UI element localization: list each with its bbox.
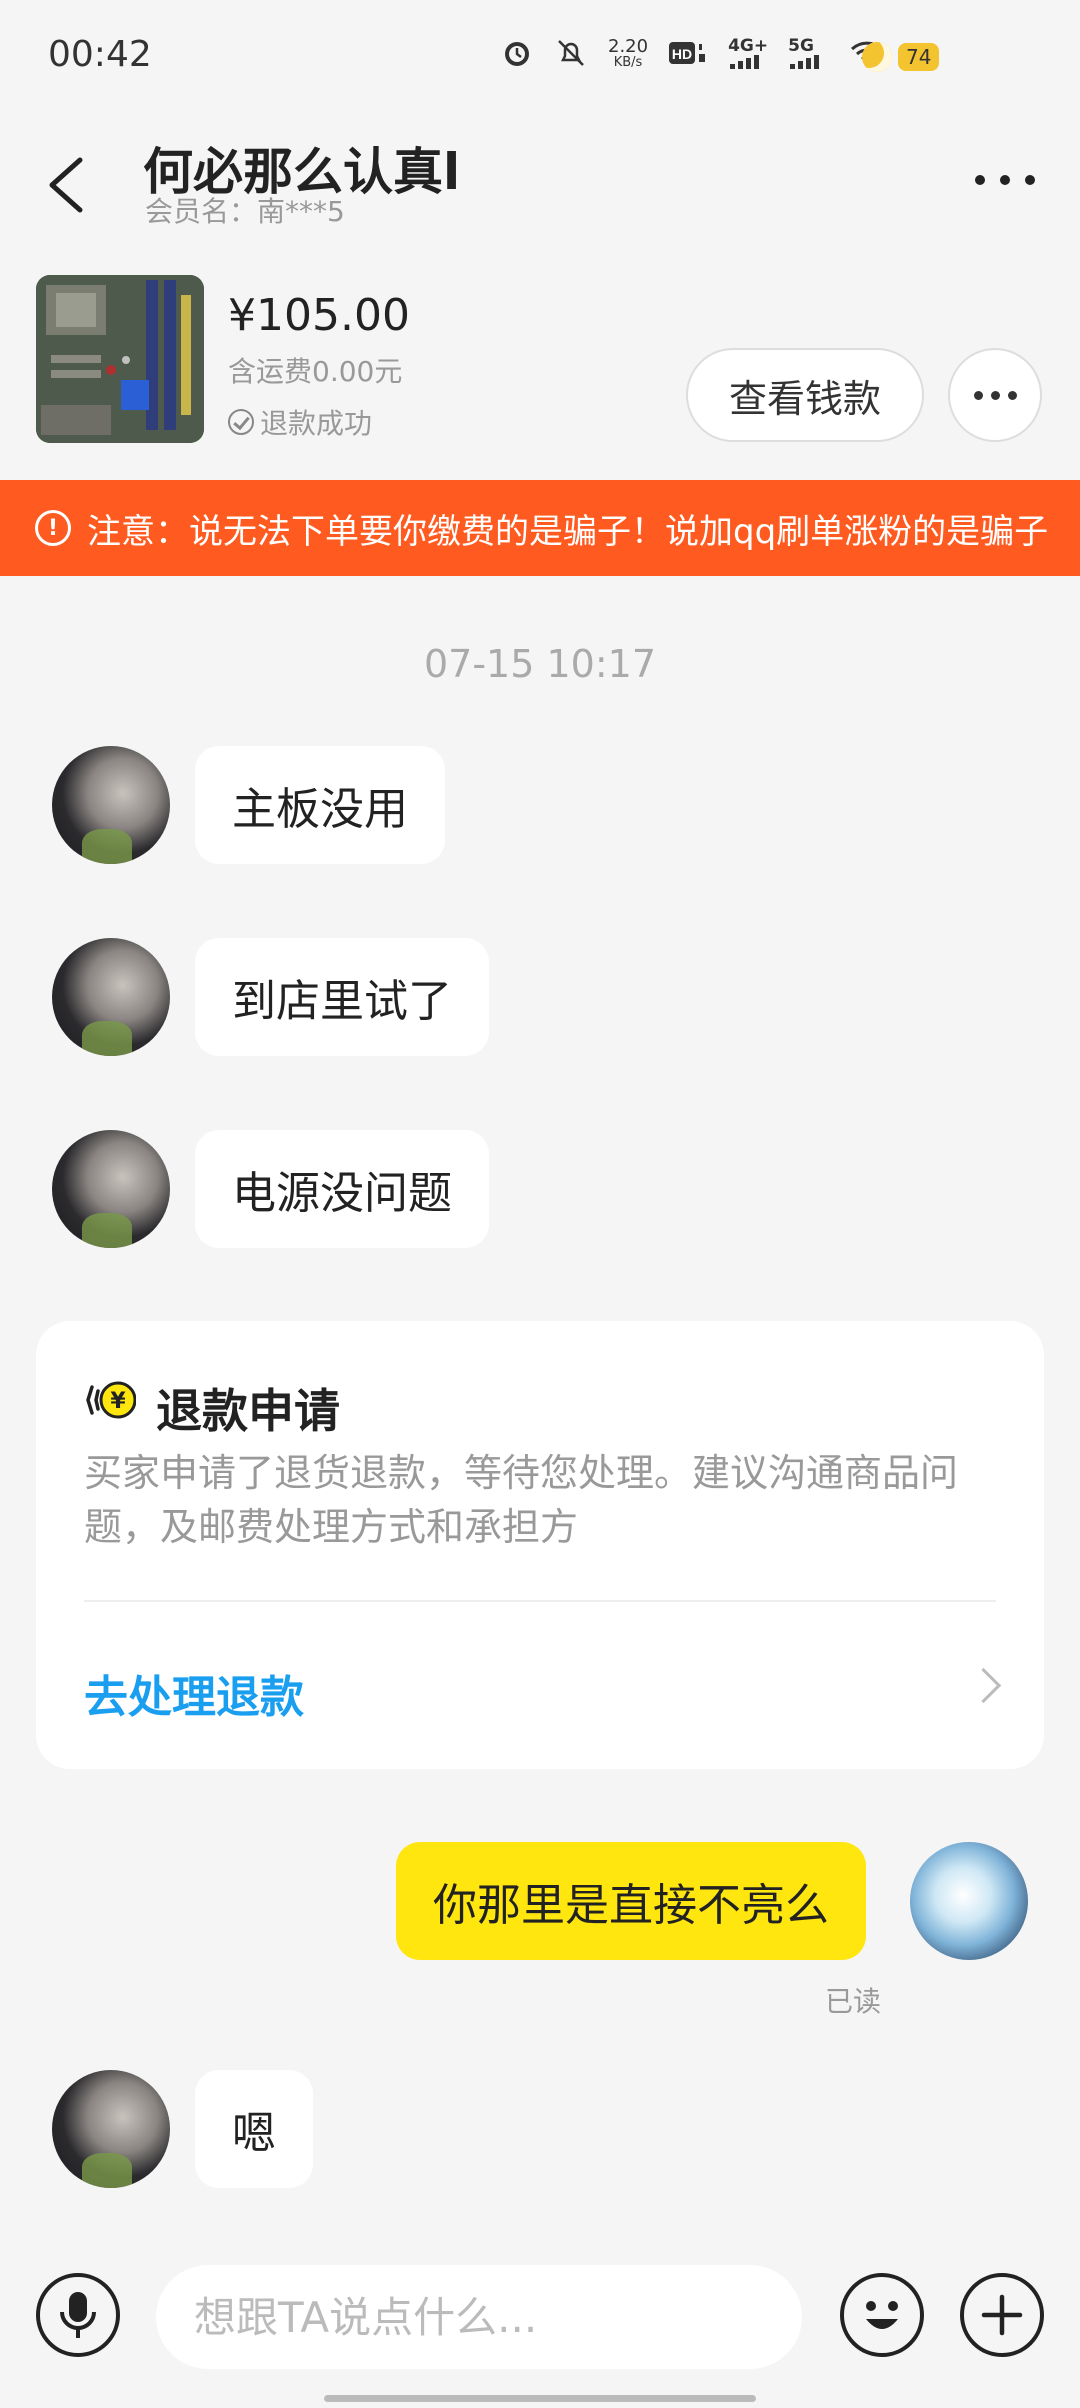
signal-bars-1 — [730, 54, 760, 69]
product-thumbnail[interactable] — [36, 275, 204, 443]
partner-avatar[interactable] — [52, 2070, 170, 2188]
network-1-label: 4G+ — [728, 35, 769, 56]
alarm-icon — [505, 42, 529, 66]
partner-avatar[interactable] — [52, 938, 170, 1056]
member-name-label: 会员名：南***5 — [145, 195, 345, 228]
battery-indicator: 74 — [862, 42, 940, 72]
my-avatar[interactable] — [910, 1842, 1028, 1960]
product-card: ¥105.00 含运费0.00元 退款成功 查看钱款 — [0, 265, 1080, 480]
dot — [1007, 390, 1017, 400]
refund-status-text: 退款成功 — [260, 407, 373, 440]
partner-avatar[interactable] — [52, 746, 170, 864]
input-bar — [0, 2255, 1080, 2375]
refund-title: 退款申请 — [156, 1384, 340, 1438]
back-button[interactable] — [40, 145, 100, 225]
network-2-label: 5G — [788, 35, 814, 56]
shipping-fee: 含运费0.00元 — [228, 355, 403, 388]
scam-warning-banner: ! 注意：说无法下单要你缴费的是骗子！说加qq刷单涨粉的是骗子 — [0, 480, 1080, 576]
chevron-right-icon[interactable] — [965, 1667, 1002, 1704]
check-circle-icon — [228, 409, 254, 435]
signal-bars-2 — [790, 54, 820, 69]
process-refund-link[interactable]: 去处理退款 — [84, 1661, 304, 1725]
product-more-button[interactable] — [948, 348, 1042, 442]
moon-icon — [862, 42, 892, 72]
net-speed-value: 2.20 — [608, 35, 649, 57]
dot — [973, 390, 983, 400]
more-options-icon[interactable] — [970, 155, 1040, 205]
status-bar: 00:42 2.20 KB/s HD 4G+ 5G 74 — [0, 0, 1080, 115]
voice-button[interactable] — [36, 2273, 120, 2357]
hd-icon: HD — [669, 42, 706, 64]
message-bubble[interactable]: 电源没问题 — [195, 1130, 489, 1248]
microphone-icon — [60, 2292, 96, 2338]
chat-header: 何必那么认真l 会员名：南***5 — [0, 115, 1080, 265]
divider — [84, 1600, 996, 1602]
refund-description: 买家申请了退货退款，等待您处理。建议沟通商品问题，及邮费处理方式和承担方 — [84, 1451, 959, 1549]
battery-percent: 74 — [898, 43, 940, 71]
status-time: 00:42 — [48, 34, 152, 75]
message-bubble[interactable]: 主板没用 — [195, 746, 445, 864]
refund-request-card: ¥ 退款申请 买家申请了退货退款，等待您处理。建议沟通商品问题，及邮费处理方式和… — [36, 1321, 1044, 1769]
refund-yuan-icon: ¥ — [86, 1381, 136, 1419]
message-bubble[interactable]: 嗯 — [195, 2070, 313, 2188]
svg-text:¥: ¥ — [110, 1389, 126, 1414]
net-speed: 2.20 KB/s — [608, 35, 649, 70]
smiley-icon — [866, 2301, 898, 2329]
warning-text: 注意：说无法下单要你缴费的是骗子！说加qq刷单涨粉的是骗子 — [87, 511, 1049, 552]
product-price: ¥105.00 — [228, 290, 410, 341]
chat-timestamp: 07-15 10:17 — [423, 642, 656, 686]
message-input[interactable] — [156, 2265, 802, 2369]
view-refund-button[interactable]: 查看钱款 — [686, 348, 924, 442]
svg-text:HD: HD — [672, 46, 692, 62]
dot — [990, 390, 1000, 400]
home-indicator[interactable] — [324, 2395, 756, 2402]
emoji-button[interactable] — [840, 2273, 924, 2357]
status-icons: 2.20 KB/s HD 4G+ 5G — [500, 36, 886, 70]
net-speed-unit: KB/s — [613, 54, 643, 70]
message-bubble[interactable]: 到店里试了 — [195, 938, 489, 1056]
add-button[interactable] — [960, 2273, 1044, 2357]
read-receipt: 已读 — [825, 1985, 882, 2018]
my-message-bubble[interactable]: 你那里是直接不亮么 — [396, 1842, 866, 1960]
mute-bell-icon — [558, 40, 584, 66]
motherboard-image — [36, 275, 204, 443]
plus-icon — [981, 2294, 1023, 2336]
partner-avatar[interactable] — [52, 1130, 170, 1248]
refund-status: 退款成功 — [228, 402, 372, 442]
alert-circle-icon: ! — [35, 510, 71, 546]
signal-4g-icon: 4G+ — [728, 35, 769, 69]
signal-5g-icon: 5G — [788, 35, 828, 69]
